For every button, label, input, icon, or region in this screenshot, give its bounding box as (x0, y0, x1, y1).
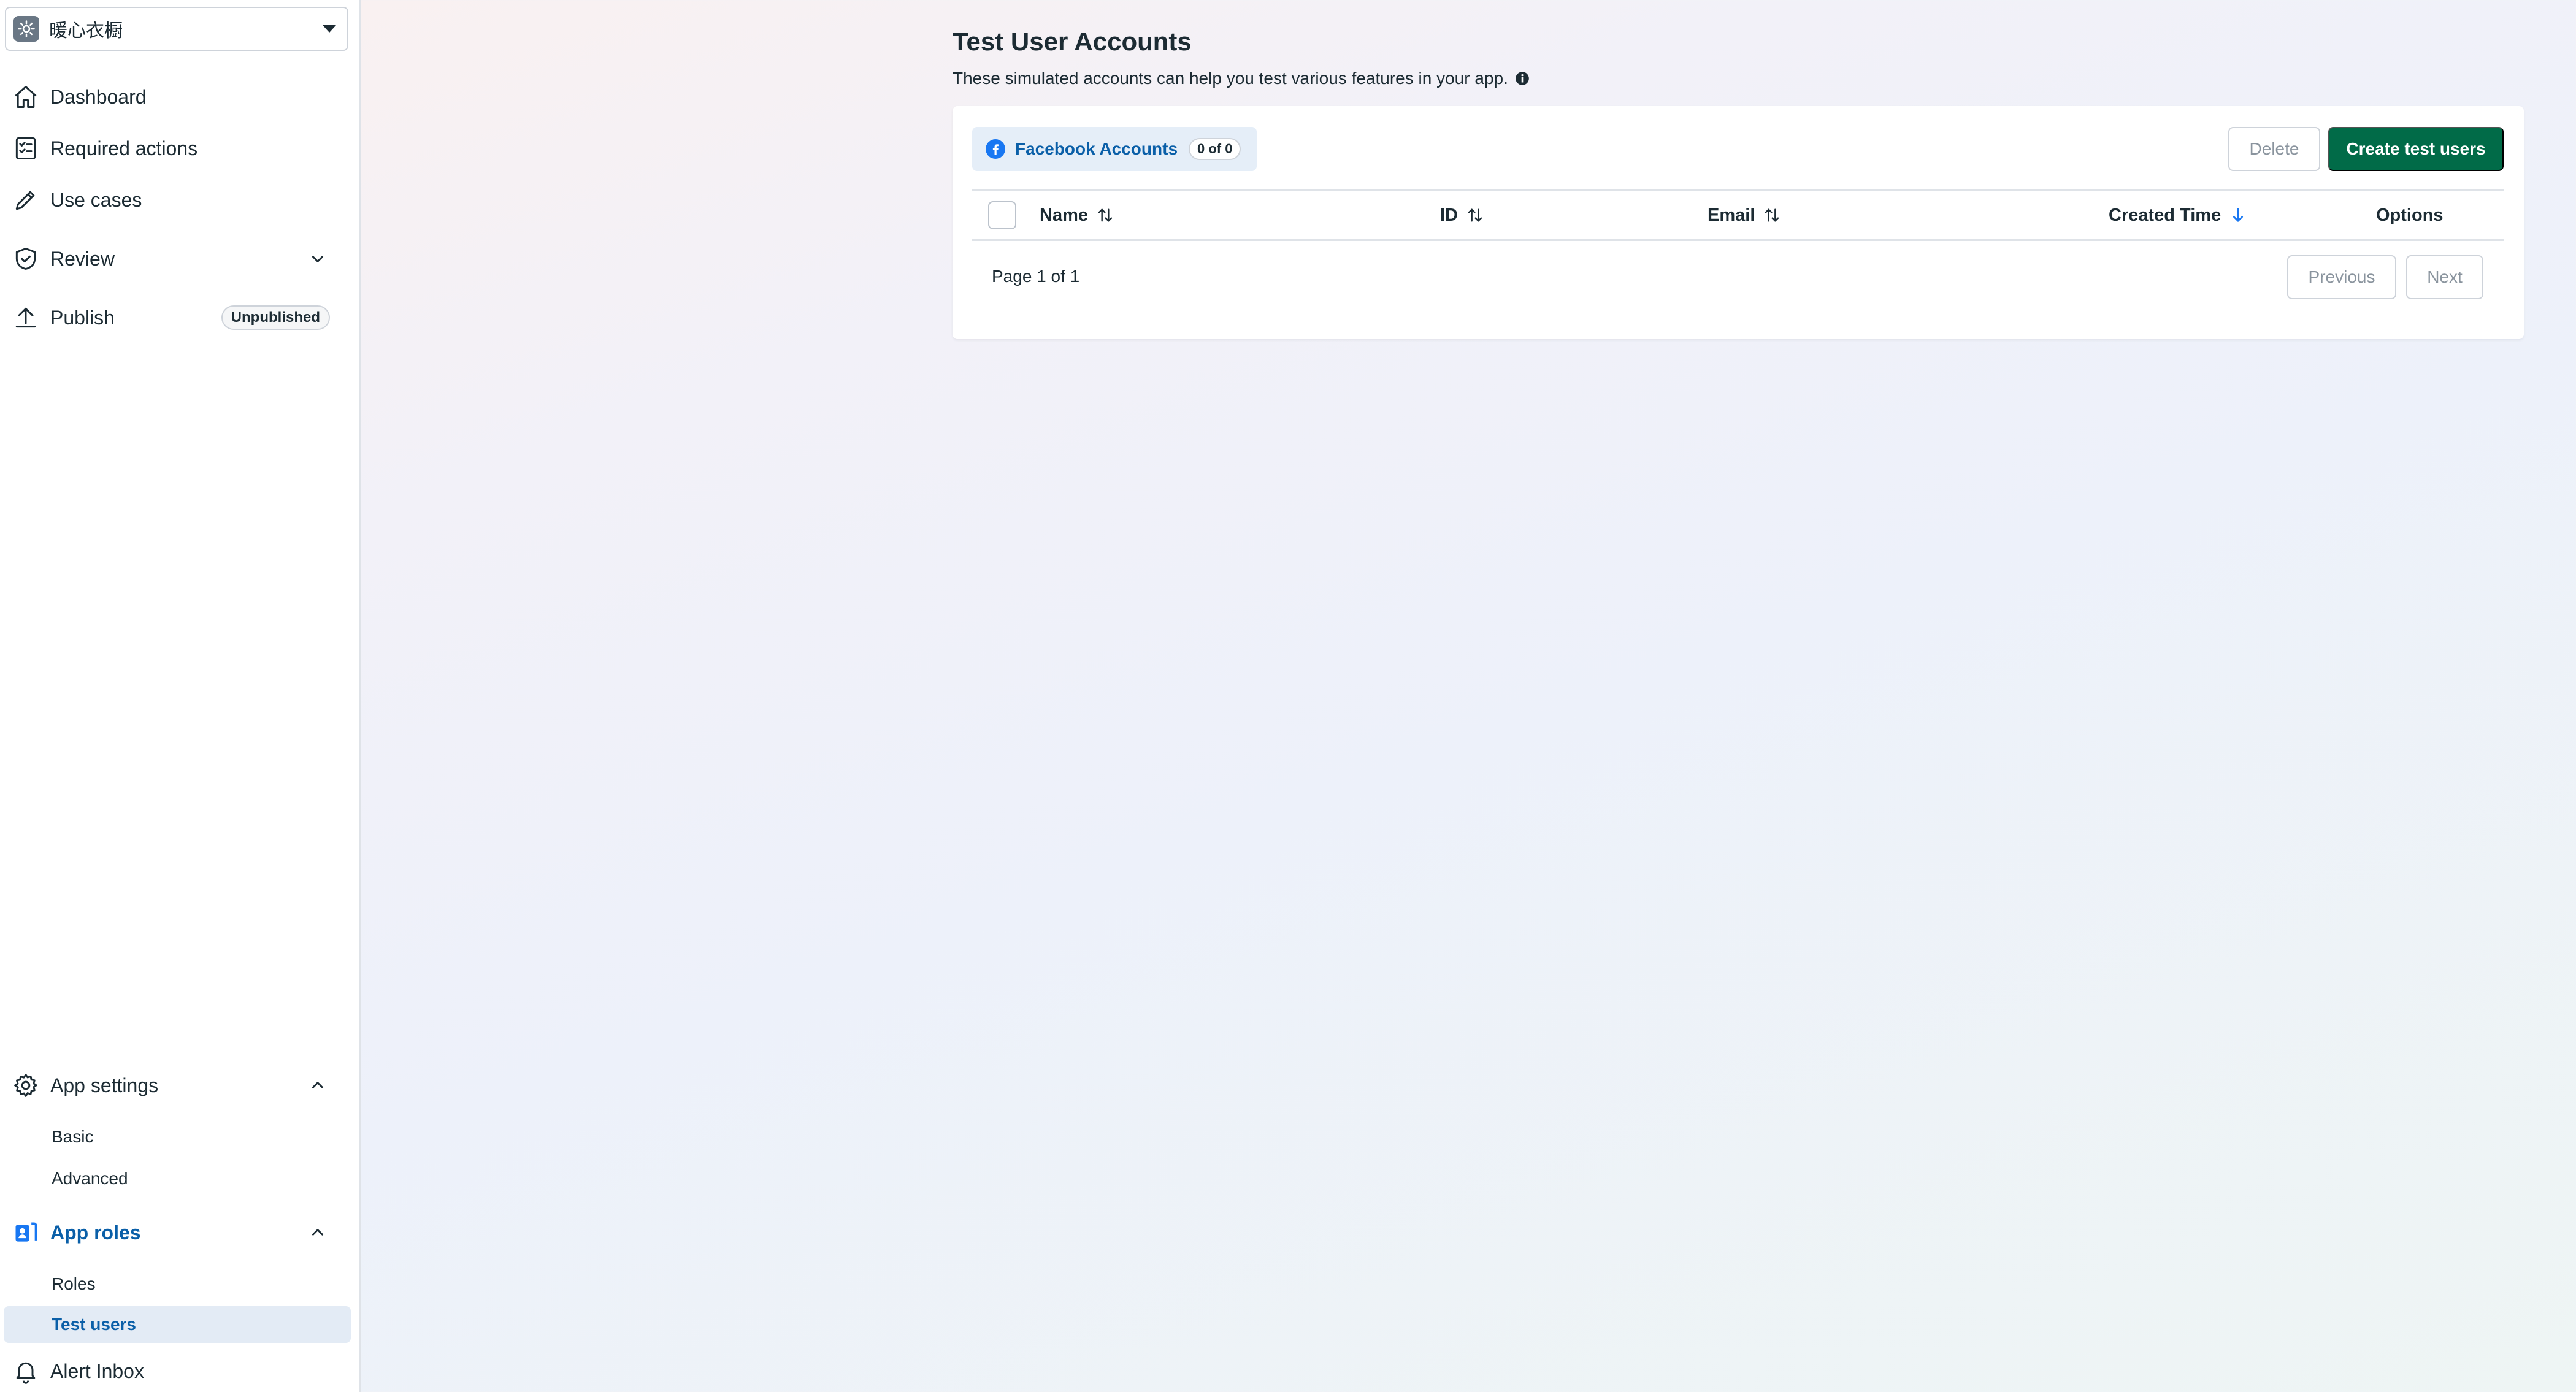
app-name: 暖心衣橱 (49, 21, 123, 41)
sidebar-item-label: Review (50, 247, 115, 270)
page-title: Test User Accounts (953, 27, 1192, 56)
sidebar-item-dashboard[interactable]: Dashboard (0, 72, 361, 121)
checklist-icon (11, 134, 40, 163)
sidebar-item-use-cases[interactable]: Use cases (0, 175, 361, 224)
count-badge: 0 of 0 (1189, 138, 1241, 160)
sidebar-subitem-roles[interactable]: Roles (4, 1266, 351, 1302)
sidebar-item-app-settings[interactable]: App settings (0, 1061, 361, 1110)
tab-facebook-accounts[interactable]: Facebook Accounts 0 of 0 (972, 127, 1257, 171)
column-header-name[interactable]: Name (1040, 191, 1115, 240)
test-users-card: Facebook Accounts 0 of 0 Delete Create t… (953, 106, 2524, 339)
pencil-icon (11, 185, 40, 215)
previous-button[interactable]: Previous (2287, 255, 2396, 299)
sidebar-subitem-basic[interactable]: Basic (4, 1119, 351, 1155)
status-badge: Unpublished (221, 305, 330, 330)
gear-icon (11, 1071, 40, 1100)
sidebar-item-label: App settings (50, 1074, 159, 1096)
home-icon (11, 82, 40, 112)
chevron-down-icon[interactable] (308, 249, 328, 269)
sidebar-item-label: Dashboard (50, 85, 147, 108)
sidebar-item-app-roles[interactable]: App roles (0, 1208, 361, 1257)
sidebar-item-required-actions[interactable]: Required actions (0, 124, 361, 173)
create-test-users-button[interactable]: Create test users (2328, 127, 2504, 171)
description-text: These simulated accounts can help you te… (953, 69, 1508, 88)
sidebar-item-label: Use cases (50, 188, 142, 211)
sidebar-item-label: Required actions (50, 137, 198, 159)
page-description: These simulated accounts can help you te… (953, 69, 1530, 88)
chevron-up-icon[interactable] (308, 1076, 328, 1095)
column-header-id[interactable]: ID (1440, 191, 1485, 240)
app-switcher[interactable]: 暖心衣橱 (5, 7, 348, 51)
user-roles-icon (11, 1218, 40, 1247)
chevron-up-icon[interactable] (308, 1223, 328, 1242)
column-header-created-time[interactable]: Created Time (2109, 191, 2248, 240)
delete-button[interactable]: Delete (2228, 127, 2320, 171)
sidebar-item-publish[interactable]: Publish Unpublished (0, 293, 361, 342)
info-icon[interactable] (1514, 71, 1530, 86)
sidebar-subitem-advanced[interactable]: Advanced (4, 1160, 351, 1197)
sidebar-item-label: App roles (50, 1221, 141, 1244)
sidebar-item-alert-inbox[interactable]: Alert Inbox (0, 1348, 361, 1392)
bell-icon (11, 1356, 40, 1386)
pagination-info: Page 1 of 1 (992, 267, 1080, 286)
next-button[interactable]: Next (2406, 255, 2483, 299)
sidebar-item-label: Publish (50, 306, 115, 329)
sort-icon (1095, 205, 1115, 225)
column-header-email[interactable]: Email (1708, 191, 1782, 240)
sort-icon (1762, 205, 1782, 225)
sidebar-item-label: Alert Inbox (50, 1359, 144, 1382)
upload-icon (11, 303, 40, 332)
sort-descending-icon (2228, 205, 2248, 225)
sidebar: 暖心衣橱 Dashboard Required actions Use case… (0, 0, 361, 1392)
tab-label: Facebook Accounts (1015, 139, 1178, 158)
table-header: Name ID Email Created Time Options (972, 189, 2504, 241)
sidebar-subitem-test-users[interactable]: Test users (4, 1306, 351, 1343)
column-header-options: Options (2376, 205, 2444, 225)
app-gear-icon (13, 16, 39, 42)
caret-down-icon (323, 25, 336, 33)
facebook-icon (986, 139, 1005, 159)
sidebar-item-review[interactable]: Review (0, 234, 361, 283)
sort-icon (1465, 205, 1485, 225)
select-all-checkbox[interactable] (988, 201, 1016, 229)
shield-check-icon (11, 244, 40, 273)
